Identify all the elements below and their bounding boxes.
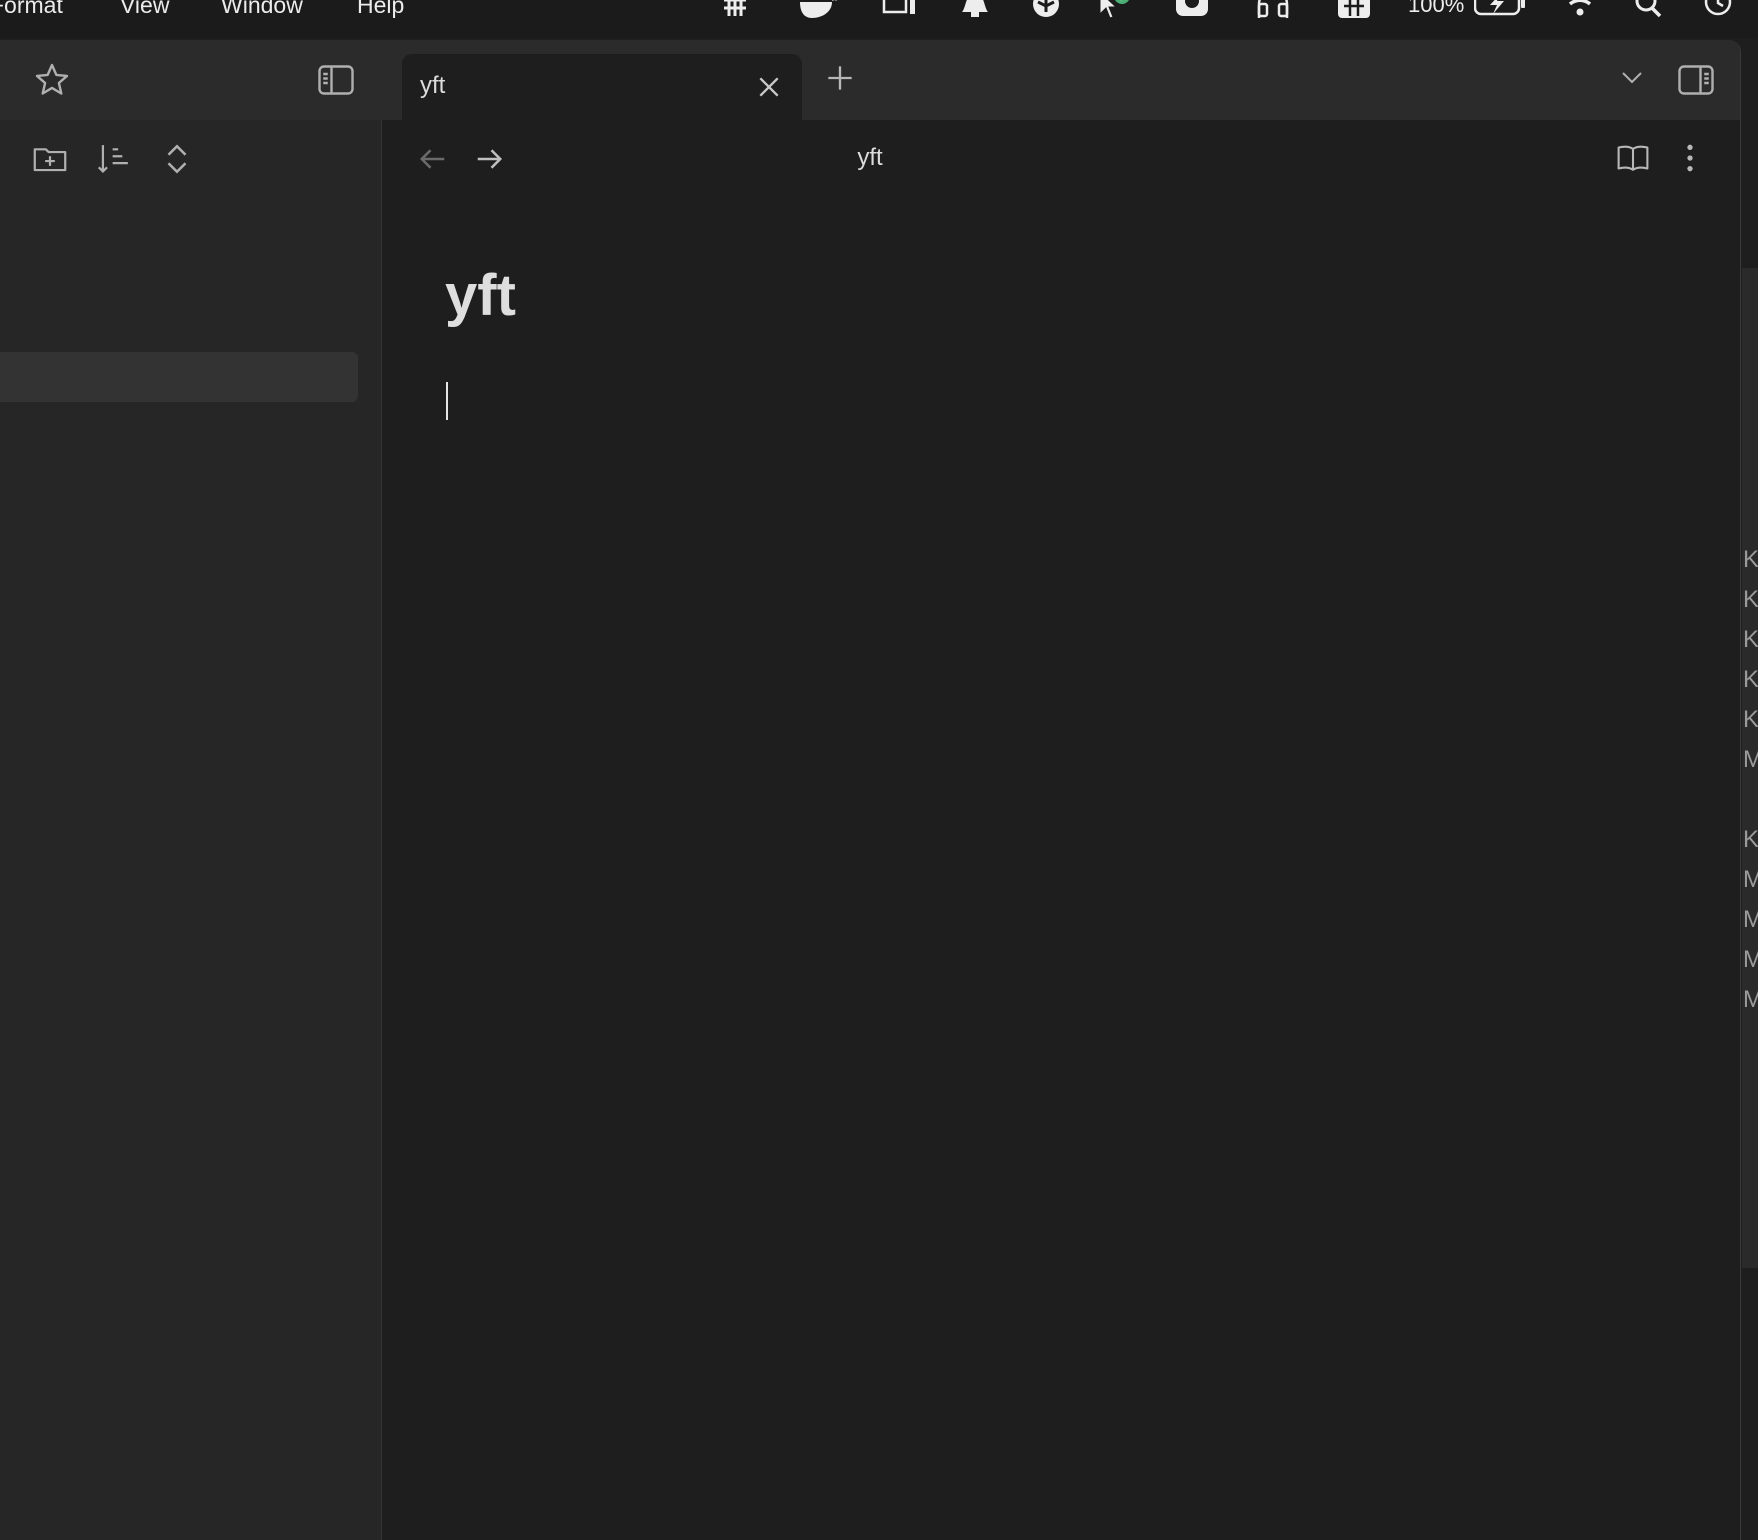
view-header-title[interactable]: yft — [0, 144, 1740, 172]
edge-text: K — [1743, 546, 1758, 573]
edge-text: K — [1743, 826, 1758, 853]
tab-bar: yft — [0, 40, 1740, 120]
note-title[interactable]: yft — [445, 262, 516, 329]
background-window-edge: K K K K K M K M M M M — [1742, 268, 1758, 1268]
time-machine-icon[interactable] — [1702, 0, 1734, 20]
book-open-icon[interactable] — [1616, 142, 1650, 174]
chevron-down-icon[interactable] — [1618, 66, 1646, 90]
right-sidebar-toggle-icon[interactable] — [1676, 62, 1716, 98]
hashtag-icon[interactable] — [720, 0, 748, 20]
docker-icon[interactable] — [798, 0, 838, 18]
menu-bar: Format View Window Help 100% — [0, 0, 1758, 38]
star-icon[interactable] — [34, 62, 70, 98]
menu-view[interactable]: View — [120, 0, 169, 19]
display-icon[interactable] — [882, 0, 918, 18]
close-icon[interactable] — [756, 74, 782, 100]
shield-icon[interactable] — [1030, 0, 1062, 20]
battery-charging-icon[interactable] — [1474, 0, 1526, 20]
edge-text: M — [1743, 906, 1758, 933]
edge-text: K — [1743, 666, 1758, 693]
battery-percentage: 100% — [1408, 0, 1465, 17]
bell-icon[interactable] — [956, 0, 994, 18]
more-vertical-icon[interactable] — [1680, 142, 1700, 174]
edge-text: M — [1743, 946, 1758, 973]
note-body-editor[interactable] — [446, 382, 1646, 422]
input-method-icon[interactable] — [1338, 0, 1370, 20]
plus-icon[interactable] — [826, 64, 854, 92]
search-icon[interactable] — [1634, 0, 1664, 18]
edge-text: K — [1743, 586, 1758, 613]
tab-yft[interactable]: yft — [402, 54, 802, 120]
file-explorer-sidebar — [0, 120, 382, 1540]
edge-text: M — [1743, 866, 1758, 893]
headphones-icon[interactable] — [1255, 0, 1291, 20]
edge-text: M — [1743, 986, 1758, 1013]
edge-text: M — [1743, 746, 1758, 773]
wifi-icon[interactable] — [1562, 0, 1598, 18]
edge-text: K — [1743, 626, 1758, 653]
selected-file-item[interactable] — [0, 352, 358, 402]
menu-window[interactable]: Window — [221, 0, 303, 19]
tab-title: yft — [420, 72, 446, 99]
sidebar-toggle-icon[interactable] — [316, 62, 356, 98]
cloud-icon[interactable] — [1174, 0, 1210, 20]
text-cursor — [446, 382, 448, 420]
menu-help[interactable]: Help — [357, 0, 404, 19]
edge-text: K — [1743, 706, 1758, 733]
checkmark-icon[interactable] — [1098, 0, 1134, 20]
app-window: yft yft yft — [0, 40, 1741, 1540]
menu-format[interactable]: Format — [0, 0, 63, 19]
